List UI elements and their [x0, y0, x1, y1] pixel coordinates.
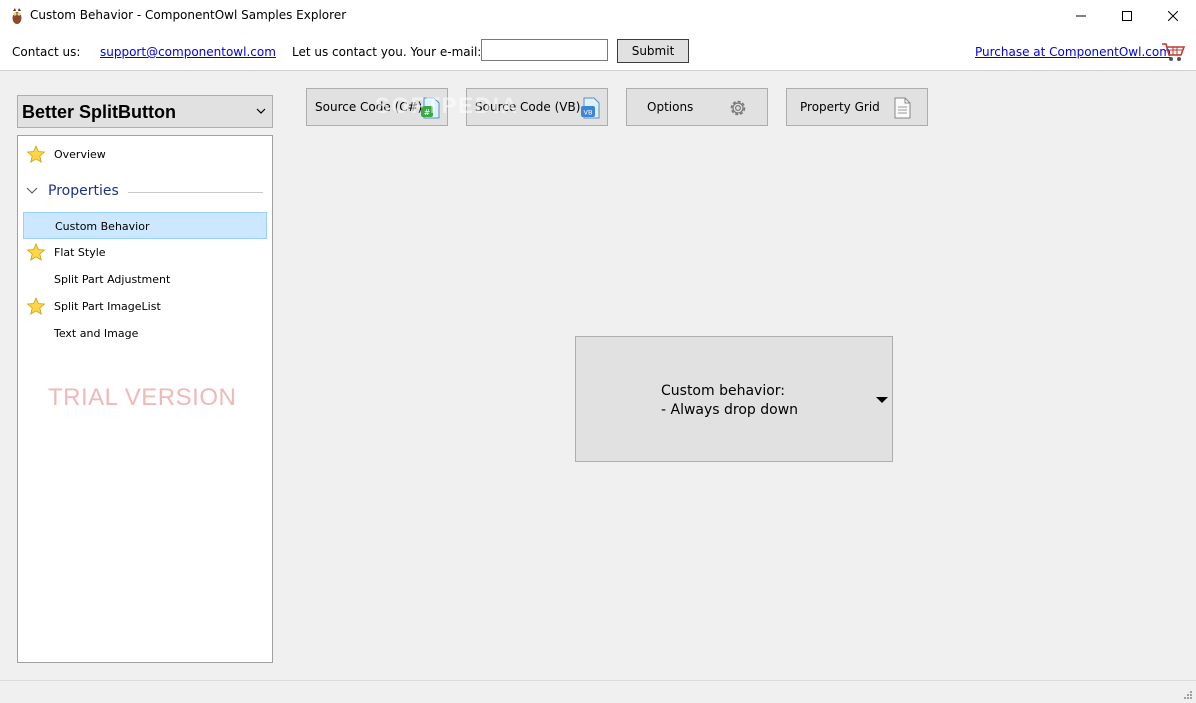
group-divider [128, 192, 263, 193]
submit-button[interactable]: Submit [617, 39, 689, 63]
email-input[interactable] [481, 39, 608, 61]
button-label: Options [647, 100, 694, 114]
nav-item-text-and-image[interactable]: Text and Image [23, 320, 267, 347]
dropdown-arrow-icon[interactable] [876, 396, 888, 404]
split-button-text-line1: Custom behavior: [661, 383, 786, 399]
vb-file-icon: VB [581, 97, 600, 119]
demo-split-button[interactable]: Custom behavior: - Always drop down [575, 336, 893, 462]
close-icon [1168, 11, 1178, 21]
chevron-down-icon [256, 108, 266, 114]
group-header-label: Properties [48, 183, 119, 199]
nav-item-label: Flat Style [54, 246, 106, 259]
navigation-panel: Overview Properties Custom Behavior Flat… [17, 135, 273, 663]
trial-version-label: TRIAL VERSION [48, 384, 237, 411]
maximize-icon [1122, 11, 1132, 21]
component-select-value: Better SplitButton [22, 102, 176, 122]
window-title: Custom Behavior - ComponentOwl Samples E… [30, 8, 347, 22]
nav-item-split-part-adjustment[interactable]: Split Part Adjustment [23, 266, 267, 293]
star-icon [27, 145, 45, 163]
nav-item-overview[interactable]: Overview [23, 141, 267, 168]
contact-prompt: Let us contact you. Your e-mail: [292, 45, 482, 59]
group-header-properties[interactable]: Properties [23, 180, 263, 204]
title-bar: Custom Behavior - ComponentOwl Samples E… [0, 0, 1196, 32]
nav-item-label: Text and Image [54, 327, 139, 340]
star-icon [27, 243, 45, 261]
document-icon [894, 97, 911, 119]
shopping-cart-icon[interactable] [1160, 41, 1186, 63]
owl-icon [12, 8, 22, 24]
support-email-link[interactable]: support@componentowl.com [100, 45, 276, 59]
nav-item-flat-style[interactable]: Flat Style [23, 239, 267, 266]
purchase-link[interactable]: Purchase at ComponentOwl.com [975, 45, 1171, 59]
minimize-icon [1076, 15, 1086, 17]
split-button-text-line2: - Always drop down [661, 402, 799, 418]
nav-item-label: Custom Behavior [55, 220, 150, 233]
chevron-down-icon [26, 187, 38, 194]
close-button[interactable] [1150, 0, 1196, 32]
maximize-button[interactable] [1104, 0, 1150, 32]
star-icon [27, 297, 45, 315]
gear-icon [730, 100, 746, 116]
resize-grip-icon[interactable] [1181, 688, 1193, 700]
nav-item-custom-behavior[interactable]: Custom Behavior [23, 212, 267, 239]
button-label: Property Grid [800, 100, 880, 114]
contact-bar: Contact us: support@componentowl.com Let… [0, 32, 1196, 71]
contact-label: Contact us: [12, 45, 81, 59]
options-button[interactable]: Options [626, 88, 768, 126]
softpedia-watermark: SOFTPEDIA [375, 93, 519, 118]
minimize-button[interactable] [1058, 0, 1104, 32]
nav-item-label: Split Part Adjustment [54, 273, 171, 286]
component-select[interactable]: Better SplitButton [17, 95, 273, 128]
property-grid-button[interactable]: Property Grid [786, 88, 928, 126]
nav-item-split-part-imagelist[interactable]: Split Part ImageList [23, 293, 267, 320]
nav-item-label: Split Part ImageList [54, 300, 161, 313]
nav-item-label: Overview [54, 148, 106, 161]
status-bar [0, 680, 1196, 703]
svg-text:VB: VB [584, 109, 593, 117]
